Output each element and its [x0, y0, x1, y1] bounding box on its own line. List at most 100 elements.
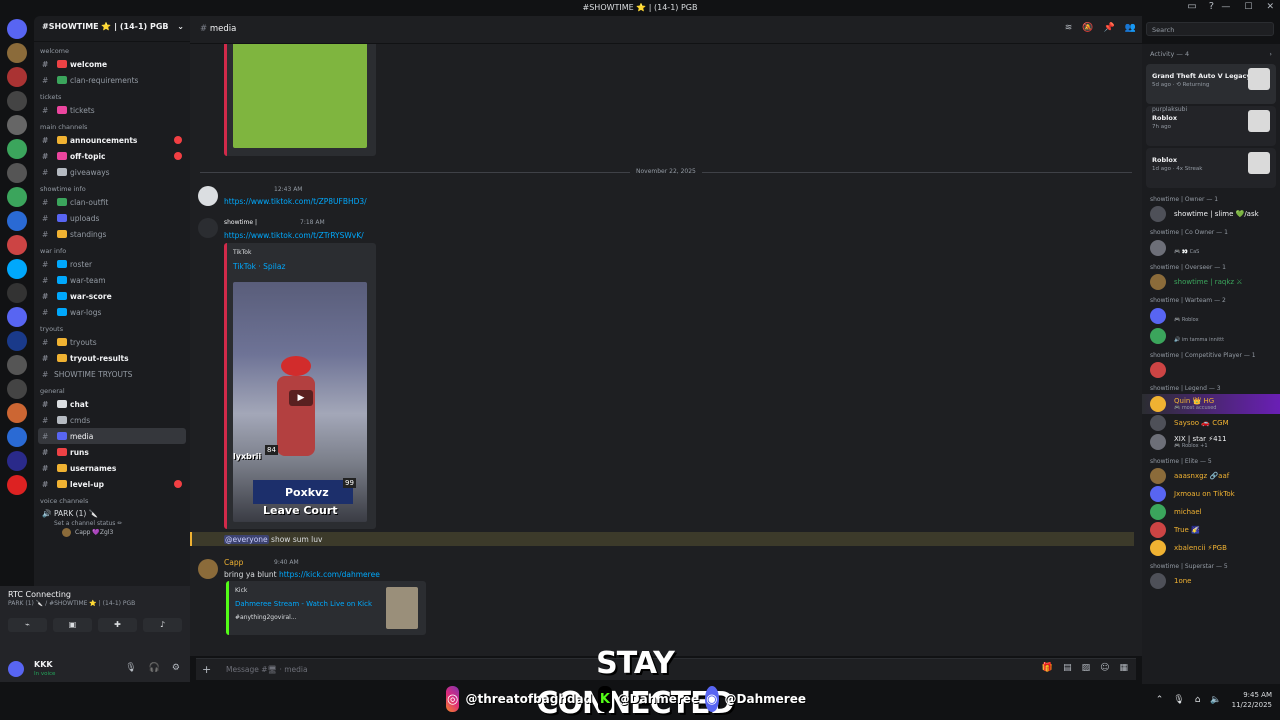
members-icon[interactable]: 👥	[1125, 23, 1136, 33]
inbox-icon[interactable]: ▭	[1187, 1, 1196, 12]
member-item[interactable]: Jxmoau on TikTok	[1142, 485, 1280, 503]
maximize-button[interactable]: ☐	[1244, 2, 1252, 12]
pin-icon[interactable]: 📌	[1104, 23, 1115, 33]
screen-share-icon[interactable]: ▣	[53, 618, 92, 632]
message-input[interactable]: Message #🖥 · media	[226, 665, 308, 674]
server-icon[interactable]	[7, 475, 27, 495]
add-attachment-button[interactable]: +	[202, 663, 211, 676]
server-icon[interactable]	[7, 403, 27, 423]
gear-icon[interactable]: ⚙	[172, 663, 180, 673]
chevron-up-icon[interactable]: ⌃	[1156, 695, 1164, 705]
volume-icon[interactable]: 🔈	[1210, 695, 1221, 705]
channel-item[interactable]: # runs	[34, 444, 190, 460]
activity-card[interactable]: purplaksubi Roblox 7h ago	[1146, 106, 1276, 146]
avatar[interactable]	[198, 218, 218, 238]
help-icon[interactable]: ?	[1209, 1, 1214, 12]
activity-card[interactable]: Roblox 1d ago · 4x Streak	[1146, 148, 1276, 188]
category-label[interactable]: voice channels	[34, 492, 190, 506]
attached-image[interactable]	[233, 44, 367, 148]
avatar[interactable]	[198, 186, 218, 206]
user-name[interactable]: KKK	[34, 660, 53, 669]
channel-item[interactable]: # roster	[34, 256, 190, 272]
channel-item[interactable]: # SHOWTIME TRYOUTS	[34, 366, 190, 382]
channel-item[interactable]: # giveaways	[34, 164, 190, 180]
member-item[interactable]: Saysoo 🚗 CGM	[1142, 414, 1280, 432]
voice-channel[interactable]: 🔊 PARK (1) 🔪	[34, 506, 190, 520]
server-icon[interactable]	[7, 235, 27, 255]
home-icon[interactable]	[7, 19, 27, 39]
channel-item[interactable]: # war-logs	[34, 304, 190, 320]
network-icon[interactable]: ⌂	[1195, 695, 1201, 705]
chevron-right-icon[interactable]: ›	[1269, 50, 1272, 58]
gif-icon[interactable]: ▤	[1063, 663, 1072, 673]
notification-icon[interactable]: 🔕	[1082, 23, 1093, 33]
member-item[interactable]: True 🌠	[1142, 521, 1280, 539]
channel-item[interactable]: # cmds	[34, 412, 190, 428]
channel-item[interactable]: # clan-outfit	[34, 194, 190, 210]
message-link[interactable]: https://www.tiktok.com/t/ZP8UFBHD3/	[224, 197, 367, 206]
embed-title[interactable]: TikTok · Spilaz	[233, 262, 285, 271]
activity-header[interactable]: Activity — 4	[1150, 50, 1189, 58]
embed-title[interactable]: Dahmeree Stream - Watch Live on Kick	[235, 600, 372, 608]
category-label[interactable]: war info	[34, 242, 190, 256]
member-item[interactable]: 🎮 Roblox	[1142, 306, 1280, 326]
server-icon[interactable]	[7, 211, 27, 231]
minimize-button[interactable]: —	[1221, 2, 1230, 12]
microphone-icon[interactable]: 🎙	[1173, 695, 1184, 705]
gift-icon[interactable]: 🎁	[1042, 663, 1053, 673]
channel-item[interactable]: # war-score	[34, 288, 190, 304]
server-icon[interactable]	[7, 283, 27, 303]
server-icon[interactable]	[7, 307, 27, 327]
server-icon[interactable]	[7, 67, 27, 87]
apps-icon[interactable]: ▦	[1119, 663, 1128, 673]
channel-item[interactable]: # level-up	[34, 476, 190, 492]
server-icon[interactable]	[7, 259, 27, 279]
member-item[interactable]: 🔊 im tamma innittt	[1142, 326, 1280, 346]
server-icon[interactable]	[7, 91, 27, 111]
server-icon[interactable]	[7, 115, 27, 135]
camera-icon[interactable]: ⌁	[8, 618, 47, 632]
microphone-icon[interactable]: 🎙	[125, 663, 136, 673]
category-label[interactable]: welcome	[34, 42, 190, 56]
server-icon[interactable]	[7, 163, 27, 183]
voice-user[interactable]: Capp 💜Zgl3	[34, 527, 190, 538]
mention[interactable]: @everyone	[224, 535, 269, 544]
channel-item[interactable]: # standings	[34, 226, 190, 242]
server-icon[interactable]	[7, 43, 27, 63]
member-item[interactable]: 1one	[1142, 572, 1280, 590]
headphones-icon[interactable]: 🎧	[149, 663, 160, 673]
soundboard-icon[interactable]: ♪	[143, 618, 182, 632]
server-icon[interactable]	[7, 379, 27, 399]
member-item[interactable]	[1142, 361, 1280, 379]
channel-item[interactable]: # clan-requirements	[34, 72, 190, 88]
rtc-location[interactable]: PARK (1) 🔪 / #SHOWTIME ⭐ | (14-1) PGB	[0, 599, 190, 608]
activity-card[interactable]: Grand Theft Auto V Legacy 5d ago · ⟲ Retu…	[1146, 64, 1276, 104]
member-item[interactable]: XIX | star ⚡411 🎮 Roblox +1	[1142, 432, 1280, 452]
member-item[interactable]: Quin 👑 HG 🎮 most accused	[1142, 394, 1280, 414]
sticker-icon[interactable]: ▨	[1082, 663, 1091, 673]
channel-item[interactable]: # media	[38, 428, 186, 444]
video-thumbnail[interactable]: ▶ lyxbrii 84 Poxkvz 99 Leave Court	[233, 282, 367, 522]
member-item[interactable]: 🎮 👀 CaS	[1142, 238, 1280, 258]
channel-item[interactable]: # welcome	[34, 56, 190, 72]
channel-item[interactable]: # chat	[34, 396, 190, 412]
member-item[interactable]: xbalencii ⚡PGB	[1142, 539, 1280, 557]
channel-item[interactable]: # usernames	[34, 460, 190, 476]
server-icon[interactable]	[7, 139, 27, 159]
message-author[interactable]: Capp	[224, 558, 243, 567]
emoji-icon[interactable]: ☺	[1100, 663, 1109, 673]
rtc-status[interactable]: RTC Connecting	[0, 586, 190, 599]
server-icon[interactable]	[7, 187, 27, 207]
category-label[interactable]: tickets	[34, 88, 190, 102]
member-item[interactable]: michael	[1142, 503, 1280, 521]
category-label[interactable]: general	[34, 382, 190, 396]
server-icon[interactable]	[7, 355, 27, 375]
channel-item[interactable]: # tickets	[34, 102, 190, 118]
channel-item[interactable]: # announcements	[34, 132, 190, 148]
play-icon[interactable]: ▶	[289, 390, 313, 406]
channel-item[interactable]: # tryout-results	[34, 350, 190, 366]
channel-item[interactable]: # uploads	[34, 210, 190, 226]
channel-item[interactable]: # off-topic	[34, 148, 190, 164]
member-item[interactable]: aaasnxgz 🔗aaf	[1142, 467, 1280, 485]
avatar[interactable]	[198, 559, 218, 579]
